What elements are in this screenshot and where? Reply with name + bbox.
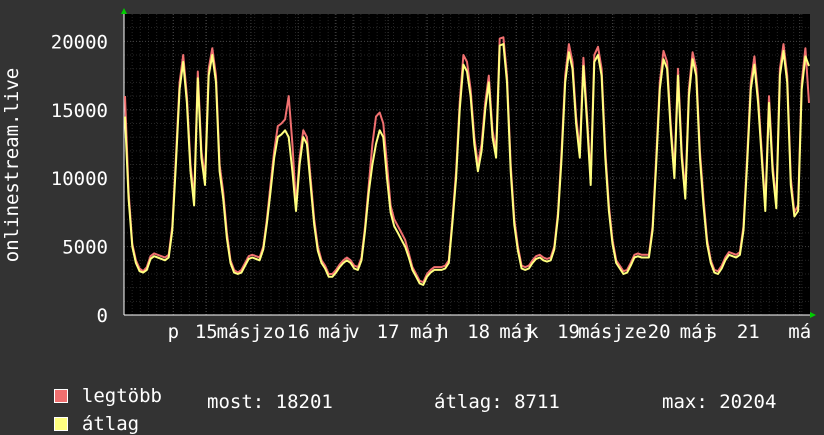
- y-tick-label: 10000: [51, 168, 108, 190]
- x-tick-label: 16: [287, 321, 310, 343]
- x-tick-label: 18: [467, 321, 490, 343]
- stat-average: átlag: 8711: [434, 391, 560, 413]
- x-tick-label: 19: [557, 321, 580, 343]
- y-tick-labels: 0 5000 10000 15000 20000: [51, 31, 108, 327]
- x-tick-label: má: [788, 321, 811, 343]
- x-tick-label: 15: [195, 321, 218, 343]
- x-tick-label: másjze: [578, 321, 647, 343]
- y-tick-label: 0: [97, 305, 108, 327]
- x-tick-labels: p 15másjzo 16 májv 17 májh 18 májk 19másjze 20 máj…: [168, 321, 811, 343]
- x-tick-label: v: [348, 321, 359, 343]
- x-tick-label: 20: [648, 321, 671, 343]
- x-tick-label: k: [527, 321, 539, 343]
- legend-label-avg: átlag: [81, 413, 140, 435]
- x-tick-label: s: [706, 321, 717, 343]
- legend-swatch-avg: [53, 417, 68, 431]
- legend-item-avg: átlag: [31, 391, 139, 435]
- y-tick-label: 20000: [51, 31, 108, 53]
- x-tick-label: h: [437, 321, 448, 343]
- y-axis-label: onlinestream.live: [1, 68, 23, 262]
- y-tick-label: 15000: [51, 100, 108, 122]
- x-tick-label: 17: [377, 321, 400, 343]
- stat-max: max: 20204: [662, 391, 777, 413]
- stat-now: most: 18201: [207, 391, 333, 413]
- x-tick-label: 21: [737, 321, 760, 343]
- x-tick-label: másjzo: [217, 321, 286, 343]
- x-axis-arrow-icon: [810, 312, 816, 318]
- y-axis-arrow-icon: [121, 8, 127, 14]
- x-tick-label: p: [168, 321, 179, 343]
- y-tick-label: 5000: [62, 237, 108, 259]
